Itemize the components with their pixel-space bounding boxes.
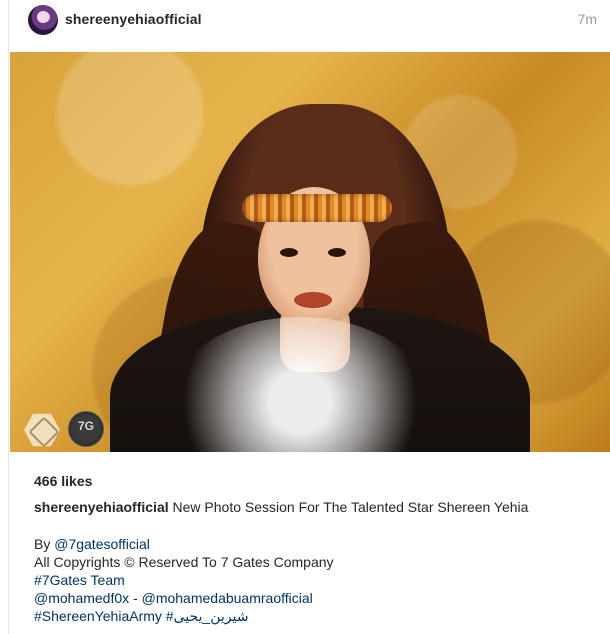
post-username[interactable]: shereenyehiaofficial	[65, 11, 202, 27]
left-eye	[280, 248, 298, 257]
mention-separator: -	[129, 590, 142, 606]
by-line: By @7gatesofficial	[34, 535, 594, 553]
by-prefix: By	[34, 536, 55, 552]
post-header: shereenyehiaofficial 7m	[9, 0, 610, 52]
avatar[interactable]	[28, 5, 58, 35]
team-hashtag[interactable]: #7Gates Team	[34, 571, 594, 589]
likes-count[interactable]: 466 likes	[34, 473, 92, 489]
lips-shape	[294, 292, 332, 308]
mention-2[interactable]: @mohamedabuamraofficial	[142, 590, 313, 606]
badge-logo-icon: 7G	[68, 411, 104, 447]
caption-username[interactable]: shereenyehiaofficial	[34, 499, 169, 515]
post-card: shereenyehiaofficial 7m 7G 466 likes she…	[8, 0, 610, 634]
badge-logo-text: 7G	[77, 419, 94, 433]
by-link[interactable]: @7gatesofficial	[54, 536, 150, 552]
caption-text: New Photo Session For The Talented Star …	[172, 499, 529, 515]
caption-details: By @7gatesofficial All Copyrights © Rese…	[34, 535, 594, 625]
copyright-line: All Copyrights © Reserved To 7 Gates Com…	[34, 554, 334, 570]
mention-1[interactable]: @mohamedf0x	[34, 590, 129, 606]
watermark-logo-icon	[24, 413, 60, 447]
post-caption: shereenyehiaofficial New Photo Session F…	[34, 498, 594, 516]
headband-shape	[242, 194, 392, 222]
hashtag-2[interactable]: #شيرين_يحيى	[166, 608, 249, 624]
hashtag-1[interactable]: #ShereenYehiaArmy	[34, 608, 162, 624]
post-photo[interactable]: 7G	[10, 52, 610, 452]
right-eye	[328, 248, 346, 257]
mentions-line: @mohamedf0x - @mohamedabuamraofficial	[34, 589, 594, 607]
post-timestamp[interactable]: 7m	[578, 11, 597, 27]
hashtags-line: #ShereenYehiaArmy #شيرين_يحيى	[34, 607, 594, 625]
